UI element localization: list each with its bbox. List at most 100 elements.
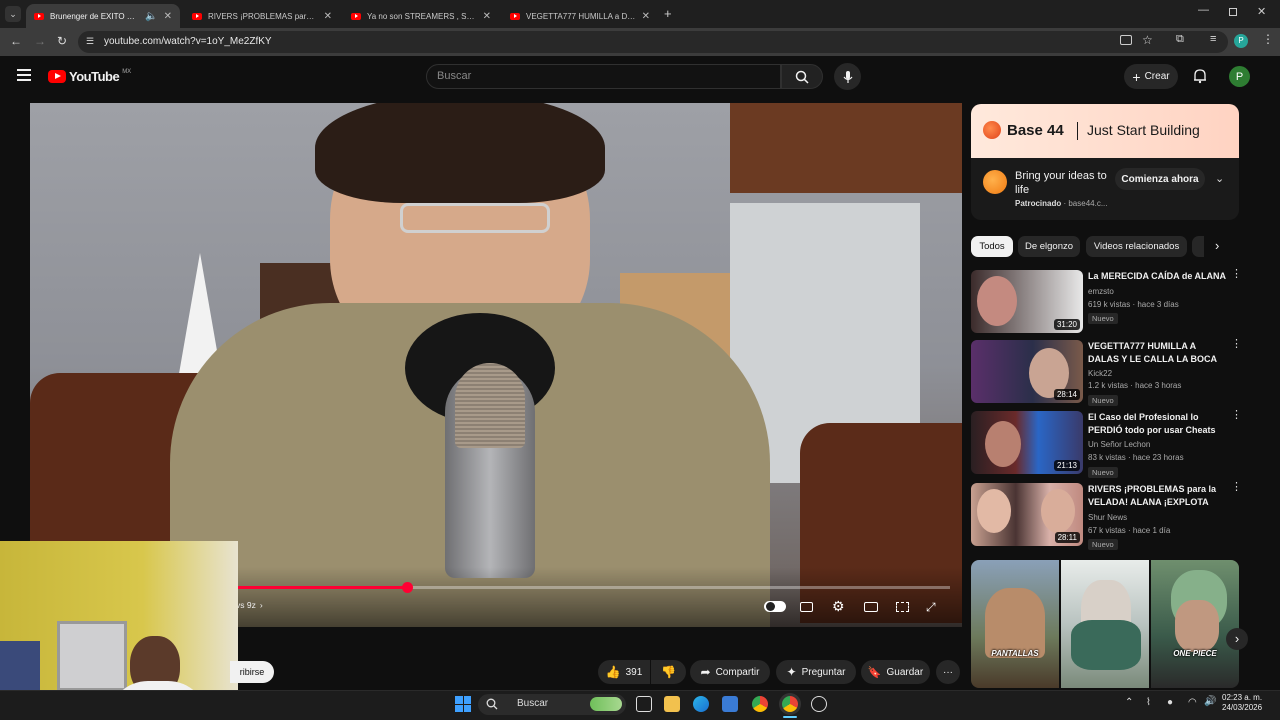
subtitles-icon[interactable] bbox=[800, 602, 813, 612]
create-button[interactable]: + Crear bbox=[1124, 64, 1178, 89]
new-tab-icon[interactable]: + bbox=[664, 6, 672, 21]
settings-gear-icon[interactable]: ⚙ bbox=[832, 598, 845, 615]
ask-button[interactable]: ✦ Preguntar bbox=[776, 660, 856, 684]
recommendation-item[interactable]: 31:20 La MERECIDA CAÍDA de ALANA emzsto … bbox=[971, 269, 1242, 334]
browser-tab-3[interactable]: Ya no son STREAMERS , Son es ✕ bbox=[343, 4, 499, 28]
save-button[interactable]: 🔖 Guardar bbox=[861, 660, 930, 684]
chip-from-channel[interactable]: De elgonzo bbox=[1018, 236, 1080, 257]
network-icon[interactable]: ⌇ bbox=[1146, 697, 1151, 708]
chrome-icon[interactable] bbox=[752, 696, 768, 712]
reading-list-icon[interactable]: ≡ bbox=[1210, 33, 1216, 45]
theater-mode-icon[interactable] bbox=[896, 602, 909, 612]
windows-start-icon[interactable] bbox=[455, 696, 471, 712]
share-button[interactable]: ➦ Compartir bbox=[690, 660, 770, 684]
profile-avatar[interactable]: P bbox=[1234, 34, 1248, 48]
autoplay-toggle[interactable] bbox=[764, 601, 786, 612]
chips-next-arrow-icon[interactable]: › bbox=[1215, 238, 1219, 253]
install-app-icon[interactable] bbox=[1120, 35, 1132, 45]
dislike-button[interactable]: 👎 bbox=[651, 660, 686, 684]
task-view-icon[interactable] bbox=[636, 696, 652, 712]
minimize-window-icon[interactable]: — bbox=[1198, 4, 1209, 16]
chevron-down-icon[interactable]: ⌄ bbox=[1215, 172, 1224, 185]
channel-name[interactable]: Kick22 bbox=[1088, 369, 1112, 378]
chip-all[interactable]: Todos bbox=[971, 236, 1013, 257]
chapter-button[interactable]: vs 9z › bbox=[236, 600, 263, 610]
browser-tab-4[interactable]: VEGETTA777 HUMILLA a DALA ✕ bbox=[502, 4, 658, 28]
youtube-logo[interactable]: YouTube MX bbox=[48, 69, 131, 84]
more-actions-button[interactable]: ··· bbox=[936, 660, 960, 684]
chip-related-videos[interactable]: Videos relacionados bbox=[1086, 236, 1187, 257]
chrome-active-icon[interactable] bbox=[782, 696, 798, 712]
more-vertical-icon[interactable]: ⋮ bbox=[1231, 482, 1242, 493]
short-card[interactable]: ONE PIECE bbox=[1151, 560, 1239, 688]
more-vertical-icon[interactable]: ⋮ bbox=[1231, 269, 1242, 280]
close-tab-icon[interactable]: ✕ bbox=[324, 11, 332, 22]
bookmark-star-icon[interactable]: ☆ bbox=[1142, 33, 1153, 47]
channel-name[interactable]: emzsto bbox=[1088, 287, 1114, 296]
more-vertical-icon[interactable]: ⋮ bbox=[1231, 339, 1242, 350]
show-hidden-icons-icon[interactable]: ⌃ bbox=[1125, 697, 1133, 708]
browser-menu-icon[interactable]: ⋮ bbox=[1262, 32, 1274, 46]
cast-icon[interactable]: ⤢ bbox=[926, 600, 936, 615]
youtube-favicon-icon bbox=[192, 12, 202, 20]
edge-browser-icon[interactable] bbox=[693, 696, 709, 712]
recommendation-item[interactable]: 28:14 VEGETTA777 HUMILLA A DALAS Y LE CA… bbox=[971, 339, 1242, 406]
notifications-bell-icon[interactable] bbox=[1193, 68, 1207, 89]
close-window-icon[interactable]: ✕ bbox=[1257, 5, 1266, 18]
progress-bar[interactable] bbox=[235, 582, 950, 593]
video-title[interactable]: La MERECIDA CAÍDA de ALANA bbox=[1088, 270, 1226, 283]
reload-icon[interactable]: ↻ bbox=[57, 34, 67, 48]
sponsored-ad-card[interactable]: Base 44 Just Start Building Bring your i… bbox=[971, 104, 1239, 220]
progress-scrubber[interactable] bbox=[401, 582, 413, 593]
chip-partial[interactable] bbox=[1192, 236, 1204, 257]
close-tab-icon[interactable]: ✕ bbox=[642, 11, 650, 22]
subscribe-button[interactable]: ribirse bbox=[230, 661, 274, 683]
channel-name[interactable]: Un Señor Lechon bbox=[1088, 440, 1150, 449]
system-clock[interactable]: 02:23 a. m. 24/03/2026 bbox=[1222, 693, 1262, 713]
short-card[interactable]: PANTALLAS bbox=[971, 560, 1059, 688]
close-tab-icon[interactable]: ✕ bbox=[164, 11, 172, 22]
file-explorer-icon[interactable] bbox=[664, 696, 680, 712]
browser-tab-2[interactable]: RIVERS ¡PROBLEMAS para la VE ✕ bbox=[184, 4, 340, 28]
extensions-icon[interactable]: ⧉ bbox=[1176, 33, 1184, 46]
tab-list-button[interactable]: ⌄ bbox=[5, 6, 21, 22]
thumbs-up-icon: 👍 bbox=[605, 665, 621, 679]
bookmark-icon: 🔖 bbox=[867, 666, 882, 679]
channel-name[interactable]: Shur News bbox=[1088, 513, 1127, 522]
store-icon[interactable] bbox=[722, 696, 738, 712]
video-thumbnail[interactable]: 28:11 bbox=[971, 483, 1083, 546]
video-title[interactable]: VEGETTA777 HUMILLA A DALAS Y LE CALLA LA… bbox=[1088, 340, 1226, 365]
forward-icon[interactable]: → bbox=[34, 34, 46, 48]
audio-icon[interactable]: 🔈 bbox=[145, 11, 157, 22]
share-label: Compartir bbox=[715, 666, 760, 678]
search-button[interactable] bbox=[781, 64, 823, 89]
back-icon[interactable]: ← bbox=[10, 34, 22, 48]
video-thumbnail[interactable]: 28:14 bbox=[971, 340, 1083, 403]
restore-window-icon[interactable] bbox=[1229, 8, 1237, 16]
site-info-icon[interactable]: ☰ bbox=[86, 36, 98, 48]
miniplayer-icon[interactable] bbox=[864, 602, 878, 612]
app-icon[interactable] bbox=[811, 696, 827, 712]
video-thumbnail[interactable]: 31:20 bbox=[971, 270, 1083, 333]
wifi-icon[interactable]: ◠ bbox=[1188, 697, 1197, 708]
volume-icon[interactable]: 🔊 bbox=[1204, 696, 1216, 707]
close-tab-icon[interactable]: ✕ bbox=[483, 11, 491, 22]
search-input[interactable]: Buscar bbox=[426, 64, 781, 89]
recommendation-item[interactable]: 21:13 El Caso del Profesional lo PERDIÓ … bbox=[971, 410, 1242, 478]
like-button[interactable]: 👍 391 bbox=[598, 660, 650, 684]
hamburger-menu-icon[interactable] bbox=[17, 69, 31, 81]
microphone-tray-icon[interactable]: ● bbox=[1167, 697, 1173, 708]
new-badge: Nuevo bbox=[1088, 395, 1118, 406]
video-title[interactable]: El Caso del Profesional lo PERDIÓ todo p… bbox=[1088, 411, 1226, 436]
recommendation-item[interactable]: 28:11 RIVERS ¡PROBLEMAS para la VELADA! … bbox=[971, 482, 1242, 550]
browser-tab-1[interactable]: Brunenger de EXITO a TRA 🔈 ✕ bbox=[26, 4, 180, 28]
video-thumbnail[interactable]: 21:13 bbox=[971, 411, 1083, 474]
more-vertical-icon[interactable]: ⋮ bbox=[1231, 410, 1242, 421]
short-card[interactable] bbox=[1061, 560, 1149, 688]
video-title[interactable]: RIVERS ¡PROBLEMAS para la VELADA! ALANA … bbox=[1088, 483, 1226, 508]
ad-cta-button[interactable]: Comienza ahora bbox=[1115, 168, 1205, 190]
shorts-next-button[interactable]: › bbox=[1226, 628, 1248, 650]
ad-title[interactable]: Bring your ideas to life bbox=[1015, 169, 1115, 197]
account-avatar[interactable]: P bbox=[1229, 66, 1250, 87]
voice-search-button[interactable] bbox=[834, 63, 861, 90]
